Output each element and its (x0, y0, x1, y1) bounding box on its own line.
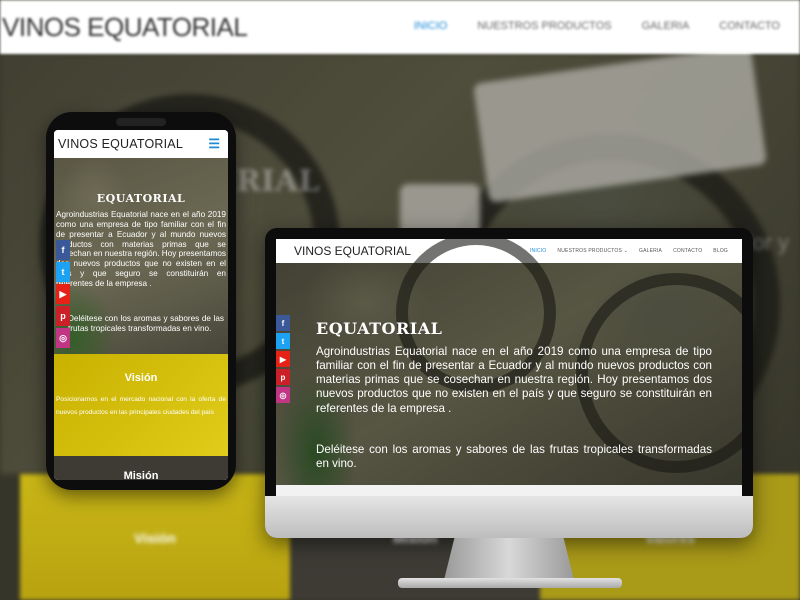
youtube-icon[interactable]: ▶ (276, 351, 290, 367)
phone-vision-title: Visión (124, 372, 158, 384)
background-hero-title: RIAL (236, 164, 320, 199)
desktop-monitor-mockup: VINOS EQUATORIAL INICIO NUESTROS PRODUCT… (265, 228, 753, 538)
phone-brand-logo[interactable]: VINOS EQUATORIAL (58, 137, 183, 151)
phone-hero-text: Agroindustrias Equatorial nace en el año… (56, 210, 226, 288)
youtube-icon[interactable]: ▶ (56, 284, 70, 304)
background-brand: VINOS EQUATORIAL (2, 12, 248, 42)
phone-hero-text-secondary: Deléitese con los aromas y sabores de la… (68, 314, 224, 333)
desktop-screen: VINOS EQUATORIAL INICIO NUESTROS PRODUCT… (276, 239, 742, 497)
monitor-stand (444, 538, 574, 580)
facebook-icon[interactable]: f (276, 315, 290, 331)
hamburger-menu-icon[interactable]: ☰ (208, 136, 220, 152)
desktop-hero-text-secondary: Deléitese con los aromas y sabores de la… (316, 443, 712, 471)
phone-screen: VINOS EQUATORIAL ☰ EQUATORIAL Agroindust… (54, 130, 228, 480)
phone-notch (116, 118, 166, 126)
phone-header: VINOS EQUATORIAL ☰ (54, 130, 228, 158)
twitter-icon[interactable]: t (276, 333, 290, 349)
phone-vision-text: Posicionarnos en el mercado nacional con… (56, 396, 226, 416)
desktop-hero-title: EQUATORIAL (316, 319, 443, 338)
pinterest-icon[interactable]: p (276, 369, 290, 385)
phone-hero: EQUATORIAL Agroindustrias Equatorial nac… (54, 158, 228, 354)
background-nav-item: CONTACTO (719, 20, 780, 32)
nav-item-inicio[interactable]: INICIO (530, 248, 546, 254)
desktop-social-bar: f t ▶ p ◎ (276, 315, 290, 403)
phone-vision-section: Visión Posicionarnos en el mercado nacio… (54, 354, 228, 456)
instagram-icon[interactable]: ◎ (56, 328, 70, 348)
background-column-title: Visión (134, 530, 176, 546)
phone-mockup: VINOS EQUATORIAL ☰ EQUATORIAL Agroindust… (46, 112, 236, 490)
background-nav-item: INICIO (413, 20, 448, 32)
twitter-icon[interactable]: t (56, 262, 70, 282)
phone-hero-title: EQUATORIAL (96, 192, 186, 205)
desktop-brand-logo[interactable]: VINOS EQUATORIAL (294, 244, 411, 258)
nav-item-blog[interactable]: BLOG (713, 248, 728, 254)
background-nav-item: NUESTROS PRODUCTOS (477, 20, 612, 32)
background-nav-item: GALERIA (641, 20, 690, 32)
nav-item-nuestros-productos[interactable]: NUESTROS PRODUCTOS ⌄ (557, 248, 628, 254)
nav-item-contacto[interactable]: CONTACTO (673, 248, 702, 254)
background-header: VINOS EQUATORIAL INICIO NUESTROS PRODUCT… (0, 0, 800, 54)
phone-mision-section: Misión (54, 456, 228, 480)
phone-mision-title: Misión (123, 470, 159, 480)
desktop-nav: INICIO NUESTROS PRODUCTOS ⌄ GALERIA CONT… (530, 248, 728, 254)
background-nav: INICIO NUESTROS PRODUCTOS GALERIA CONTAC… (414, 20, 780, 32)
pinterest-icon[interactable]: p (56, 306, 70, 326)
facebook-icon[interactable]: f (56, 240, 70, 260)
desktop-hero: EQUATORIAL Agroindustrias Equatorial nac… (276, 239, 742, 485)
monitor-stand-base (398, 578, 622, 588)
nav-item-galeria[interactable]: GALERIA (639, 248, 662, 254)
desktop-hero-text: Agroindustrias Equatorial nace en el año… (316, 345, 712, 415)
monitor-chin (265, 496, 753, 538)
instagram-icon[interactable]: ◎ (276, 387, 290, 403)
phone-social-bar: f t ▶ p ◎ (56, 240, 70, 348)
